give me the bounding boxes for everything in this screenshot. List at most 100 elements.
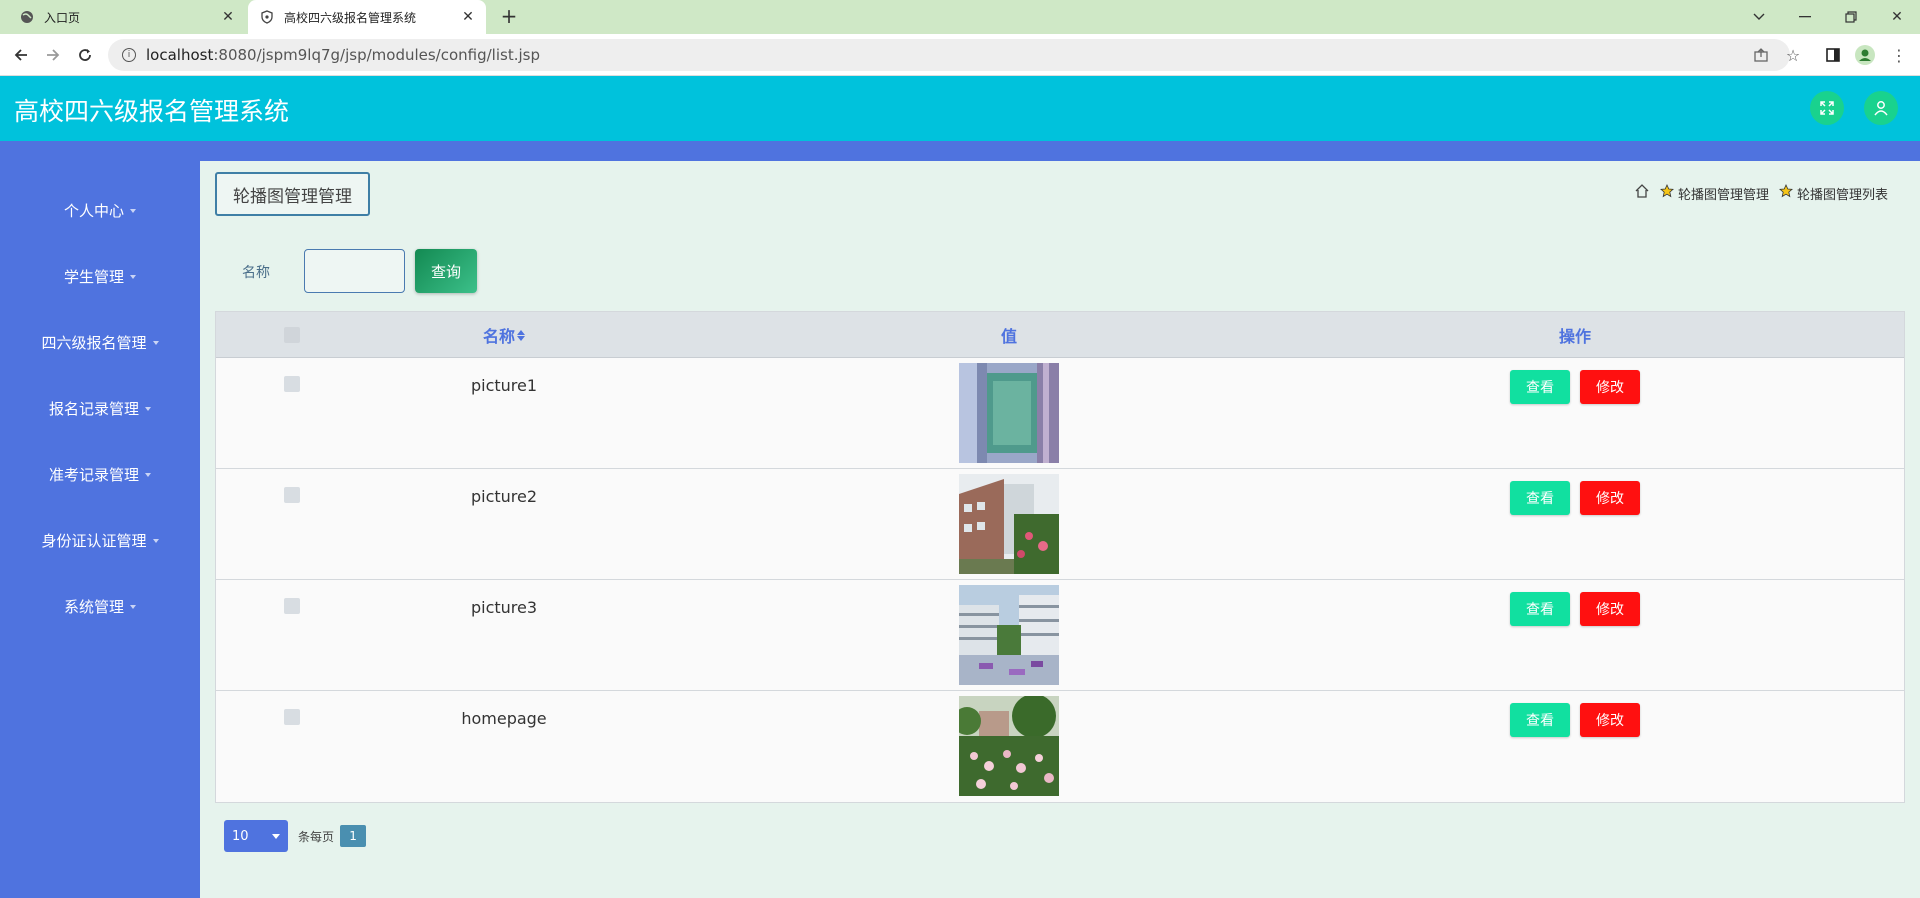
caret-down-icon bbox=[130, 605, 136, 609]
row-name: picture3 bbox=[470, 598, 538, 617]
table-header: 名称 值 操作 bbox=[216, 312, 1904, 358]
share-icon[interactable] bbox=[1748, 42, 1774, 68]
star-icon bbox=[1778, 184, 1793, 202]
close-tab-icon[interactable]: ✕ bbox=[218, 9, 238, 25]
sidebar-item-label: 报名记录管理 bbox=[48, 399, 139, 418]
view-button[interactable]: 查看 bbox=[1510, 481, 1570, 515]
row-checkbox[interactable] bbox=[284, 487, 300, 503]
browser-tab-entry[interactable]: 入口页 ✕ bbox=[0, 0, 246, 34]
profile-icon[interactable] bbox=[1852, 42, 1878, 68]
browser-menu-icon[interactable]: ⋮ bbox=[1886, 42, 1912, 68]
search-input[interactable] bbox=[304, 249, 405, 293]
row-name: picture1 bbox=[470, 376, 538, 395]
edit-button[interactable]: 修改 bbox=[1580, 703, 1640, 737]
row-actions: 查看 修改 bbox=[1510, 703, 1640, 737]
search-button[interactable]: 查询 bbox=[415, 249, 477, 293]
view-button[interactable]: 查看 bbox=[1510, 370, 1570, 404]
close-tab-icon[interactable]: ✕ bbox=[458, 9, 478, 25]
caret-down-icon bbox=[152, 539, 159, 543]
sidebar-item-registration-records[interactable]: 报名记录管理 bbox=[0, 393, 200, 423]
sidebar-item-label: 系统管理 bbox=[63, 597, 124, 616]
header-name-label: 名称 bbox=[482, 327, 515, 346]
view-button[interactable]: 查看 bbox=[1510, 703, 1570, 737]
sidebar-item-label: 学生管理 bbox=[63, 267, 124, 286]
sidebar-item-cet-registration[interactable]: 四六级报名管理 bbox=[0, 327, 200, 357]
app-title: 高校四六级报名管理系统 bbox=[14, 97, 290, 126]
shield-icon bbox=[260, 10, 274, 24]
sidebar-item-students[interactable]: 学生管理 bbox=[0, 261, 200, 291]
breadcrumb-item[interactable]: 轮播图管理管理 bbox=[1659, 184, 1769, 203]
main-content: 轮播图管理管理 轮播图管理管理 轮播图管理列表 名称 查询 名称 值 操作 pi… bbox=[200, 161, 1920, 898]
caret-down-icon bbox=[152, 341, 159, 345]
star-icon bbox=[1659, 184, 1674, 202]
caret-down-icon bbox=[145, 407, 151, 411]
table-row: picture1 查看 修改 bbox=[216, 358, 1904, 469]
url-text: localhost:8080/jspm9lq7g/jsp/modules/con… bbox=[146, 46, 540, 64]
restore-icon[interactable] bbox=[1828, 0, 1874, 34]
fullscreen-icon[interactable] bbox=[1810, 91, 1844, 125]
back-icon[interactable] bbox=[8, 42, 34, 68]
sidebar-item-id-verification[interactable]: 身份证认证管理 bbox=[0, 525, 200, 555]
minimize-icon[interactable] bbox=[1782, 0, 1828, 34]
row-checkbox[interactable] bbox=[284, 376, 300, 392]
select-all-checkbox[interactable] bbox=[284, 327, 300, 343]
url-host: localhost bbox=[146, 46, 214, 64]
breadcrumb-label: 轮播图管理列表 bbox=[1796, 187, 1888, 203]
data-table: 名称 值 操作 picture1 查看 修改 picture2 查看 修改 pi… bbox=[215, 311, 1905, 803]
breadcrumb: 轮播图管理管理 轮播图管理列表 bbox=[1634, 183, 1888, 203]
tab-title: 入口页 bbox=[44, 10, 81, 25]
table-row: homepage 查看 修改 bbox=[216, 691, 1904, 802]
row-image bbox=[959, 474, 1059, 574]
new-tab-icon[interactable]: + bbox=[498, 6, 520, 28]
page-title: 轮播图管理管理 bbox=[215, 172, 370, 216]
app-header: 高校四六级报名管理系统 bbox=[0, 76, 1920, 141]
breadcrumb-label: 轮播图管理管理 bbox=[1677, 187, 1769, 203]
bookmark-star-icon[interactable]: ☆ bbox=[1780, 42, 1806, 68]
header-band bbox=[0, 141, 1920, 161]
globe-icon bbox=[20, 10, 34, 24]
url-path: :8080/jspm9lq7g/jsp/modules/config/list.… bbox=[213, 46, 540, 64]
sidebar-item-label: 四六级报名管理 bbox=[41, 333, 147, 352]
url-field[interactable]: i localhost:8080/jspm9lq7g/jsp/modules/c… bbox=[108, 39, 1790, 71]
row-actions: 查看 修改 bbox=[1510, 370, 1640, 404]
side-panel-icon[interactable] bbox=[1820, 42, 1846, 68]
table-row: picture3 查看 修改 bbox=[216, 580, 1904, 691]
sidebar-item-label: 身份证认证管理 bbox=[41, 531, 147, 550]
edit-button[interactable]: 修改 bbox=[1580, 481, 1640, 515]
tab-title: 高校四六级报名管理系统 bbox=[284, 10, 417, 25]
home-icon[interactable] bbox=[1634, 183, 1650, 203]
header-ops: 操作 bbox=[1558, 327, 1591, 346]
address-bar: i localhost:8080/jspm9lq7g/jsp/modules/c… bbox=[0, 34, 1920, 76]
edit-button[interactable]: 修改 bbox=[1580, 592, 1640, 626]
header-value: 值 bbox=[1000, 327, 1017, 346]
sidebar-item-personal-center[interactable]: 个人中心 bbox=[0, 195, 200, 225]
sort-icon bbox=[517, 329, 525, 341]
sidebar: 个人中心 学生管理 四六级报名管理 报名记录管理 准考记录管理 身份证认证管理 … bbox=[0, 161, 200, 898]
site-info-icon[interactable]: i bbox=[122, 48, 136, 62]
sidebar-item-label: 准考记录管理 bbox=[48, 465, 139, 484]
browser-tab-active[interactable]: 高校四六级报名管理系统 ✕ bbox=[248, 0, 486, 34]
page-size-select[interactable]: 10 bbox=[224, 820, 288, 852]
table-row: picture2 查看 修改 bbox=[216, 469, 1904, 580]
row-actions: 查看 修改 bbox=[1510, 481, 1640, 515]
reload-icon[interactable] bbox=[72, 42, 98, 68]
row-name: homepage bbox=[461, 709, 547, 728]
header-name[interactable]: 名称 bbox=[446, 312, 562, 358]
tab-search-icon[interactable] bbox=[1736, 0, 1782, 34]
chevron-down-icon bbox=[272, 833, 280, 839]
sidebar-item-admission-records[interactable]: 准考记录管理 bbox=[0, 459, 200, 489]
sidebar-item-system[interactable]: 系统管理 bbox=[0, 591, 200, 621]
row-checkbox[interactable] bbox=[284, 598, 300, 614]
forward-icon[interactable] bbox=[40, 42, 66, 68]
breadcrumb-item[interactable]: 轮播图管理列表 bbox=[1778, 184, 1888, 203]
row-image bbox=[959, 363, 1059, 463]
view-button[interactable]: 查看 bbox=[1510, 592, 1570, 626]
page-number-button[interactable]: 1 bbox=[340, 825, 367, 847]
user-icon[interactable] bbox=[1864, 91, 1898, 125]
row-image bbox=[959, 696, 1059, 796]
close-window-icon[interactable]: ✕ bbox=[1874, 0, 1920, 34]
edit-button[interactable]: 修改 bbox=[1580, 370, 1640, 404]
browser-tab-bar: 入口页 ✕ 高校四六级报名管理系统 ✕ + ✕ bbox=[0, 0, 1920, 34]
page-size-value: 10 bbox=[232, 828, 249, 844]
row-checkbox[interactable] bbox=[284, 709, 300, 725]
